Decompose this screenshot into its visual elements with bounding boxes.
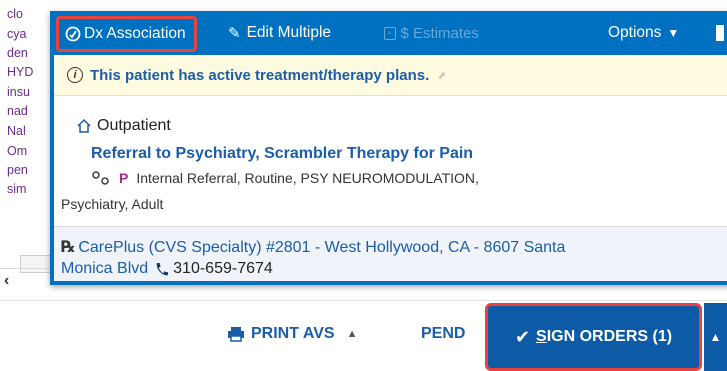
- pharmacy-phone-number: 310-659-7674: [173, 260, 273, 277]
- pencil-icon: ✎: [228, 25, 241, 42]
- pharmacy-info: ℞ CarePlus (CVS Specialty) #2801 - West H…: [54, 227, 727, 281]
- checkmark-icon: ✔: [514, 326, 531, 347]
- money-icon: ▫: [384, 26, 396, 40]
- order-item[interactable]: Outpatient Referral to Psychiatry, Scram…: [54, 95, 727, 227]
- estimates-button[interactable]: ▫ $ Estimates: [384, 11, 479, 55]
- chevron-up-icon[interactable]: ▲: [347, 328, 358, 340]
- med-item[interactable]: Nal: [7, 124, 26, 138]
- priority-badge: P: [119, 170, 129, 186]
- pharmacy-address-link[interactable]: Monica Blvd: [61, 260, 148, 278]
- sign-orders-button[interactable]: ✔ S IGN ORDERS (1): [485, 303, 702, 371]
- link-icon[interactable]: ⬈: [437, 69, 446, 82]
- dx-association-icon: [65, 26, 81, 42]
- pharmacy-line2: Monica Blvd 310-659-7674: [61, 260, 273, 278]
- pharmacy-phone: 310-659-7674: [154, 260, 273, 278]
- edit-multiple-button[interactable]: ✎ Edit Multiple: [228, 11, 331, 55]
- med-item[interactable]: cya: [7, 27, 26, 41]
- info-icon: i: [67, 67, 83, 83]
- notice-text[interactable]: This patient has active treatment/therap…: [90, 67, 429, 84]
- scroll-left-icon[interactable]: ‹: [4, 272, 18, 292]
- printer-icon: [228, 327, 244, 342]
- med-item[interactable]: den: [7, 46, 28, 60]
- pharmacy-name-link[interactable]: CarePlus (CVS Specialty) #2801 - West Ho…: [78, 239, 565, 256]
- options-menu[interactable]: Options ▼: [608, 11, 679, 55]
- med-item[interactable]: clo: [7, 7, 23, 21]
- dx-association-label: Dx Association: [84, 25, 186, 42]
- dx-association-button[interactable]: Dx Association: [56, 16, 197, 52]
- med-item[interactable]: pen: [7, 163, 28, 177]
- order-setting-label: Outpatient: [97, 117, 171, 134]
- options-label: Options: [608, 24, 662, 41]
- sign-orders-hotkey: S: [536, 328, 547, 345]
- order-setting: Outpatient: [76, 117, 171, 135]
- house-icon: [77, 118, 91, 133]
- sign-orders-menu-icon[interactable]: ▲: [704, 303, 727, 371]
- chevron-down-icon: ▼: [667, 26, 680, 40]
- print-avs-button[interactable]: PRINT AVS ▲: [227, 325, 357, 343]
- footer-divider: [0, 300, 727, 301]
- order-popup: Dx Association ✎ Edit Multiple ▫ $ Estim…: [50, 11, 727, 285]
- estimates-label: $ Estimates: [400, 24, 479, 42]
- med-item[interactable]: insu: [7, 85, 30, 99]
- popup-body: i This patient has active treatment/ther…: [54, 55, 727, 281]
- popup-toolbar: Dx Association ✎ Edit Multiple ▫ $ Estim…: [50, 11, 727, 55]
- linked-orders-icon: [92, 171, 109, 185]
- med-item[interactable]: Om: [7, 144, 27, 158]
- print-avs-label: PRINT AVS: [251, 325, 335, 342]
- sign-orders-label: IGN ORDERS (1): [546, 328, 673, 345]
- order-title[interactable]: Referral to Psychiatry, Scrambler Therap…: [91, 145, 473, 163]
- rx-icon: ℞: [61, 239, 76, 256]
- phone-icon: [156, 262, 169, 275]
- order-detail-line1: Internal Referral, Routine, PSY NEUROMOD…: [136, 170, 479, 186]
- pharmacy-line1: ℞ CarePlus (CVS Specialty) #2801 - West H…: [61, 237, 565, 257]
- panel-toggle-divider: [712, 25, 716, 41]
- order-detail-line2: Psychiatry, Adult: [61, 196, 164, 212]
- treatment-plan-notice: i This patient has active treatment/ther…: [54, 55, 727, 96]
- med-item[interactable]: sim: [7, 182, 26, 196]
- order-detail: P Internal Referral, Routine, PSY NEUROM…: [91, 170, 479, 186]
- edit-multiple-label: Edit Multiple: [246, 24, 332, 41]
- pend-button[interactable]: PEND: [421, 325, 465, 343]
- med-item[interactable]: HYD: [7, 65, 33, 79]
- med-item[interactable]: nad: [7, 104, 28, 118]
